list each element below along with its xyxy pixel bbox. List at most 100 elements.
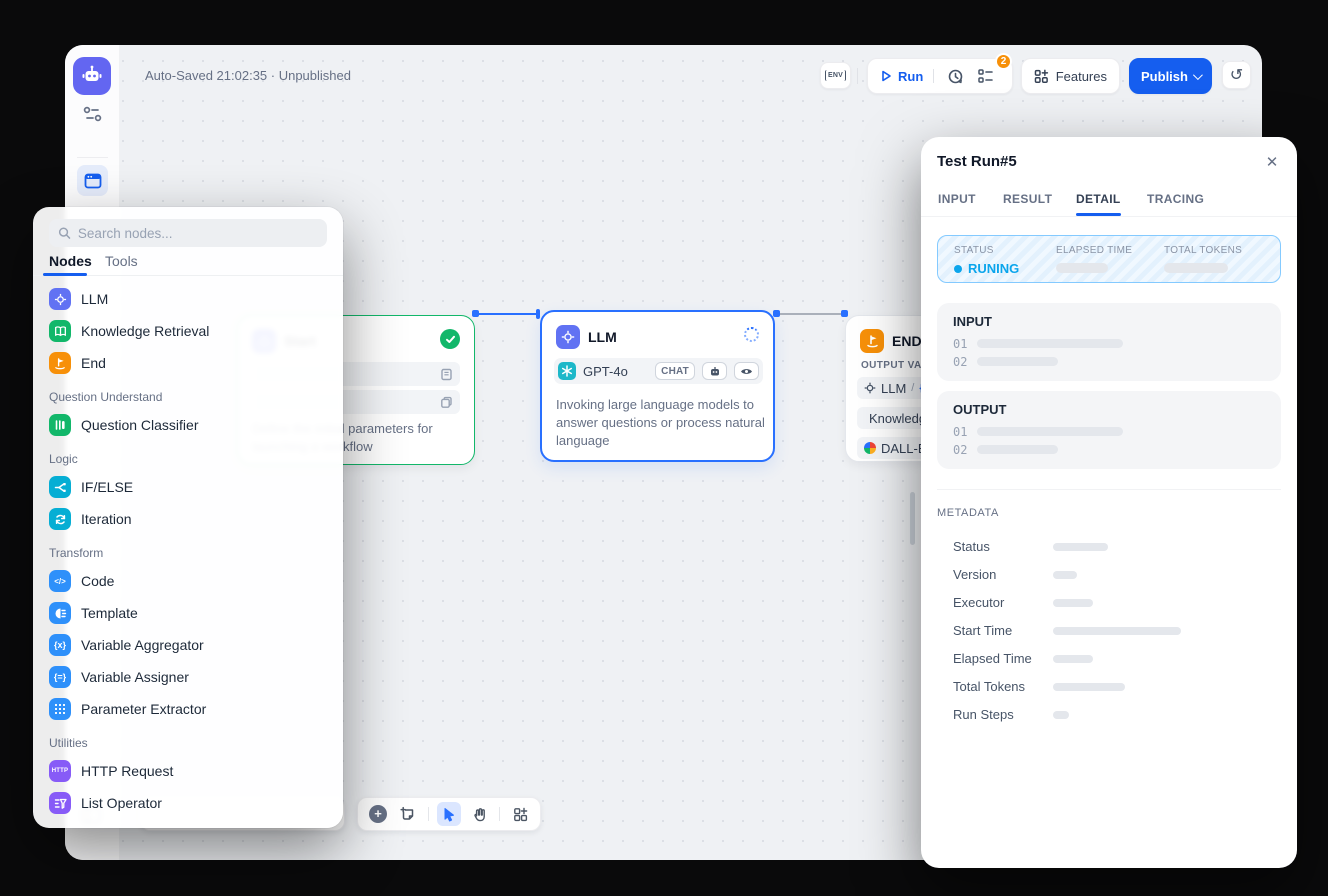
llm-icon bbox=[556, 325, 580, 349]
tab-nodes[interactable]: Nodes bbox=[49, 253, 92, 269]
document-icon bbox=[440, 368, 453, 381]
node-item-label: Knowledge Retrieval bbox=[81, 323, 209, 339]
features-label: Features bbox=[1056, 69, 1107, 84]
node-item-label: Parameter Extractor bbox=[81, 701, 206, 717]
autosave-status: Auto-Saved 21:02:35 · Unpublished bbox=[145, 68, 351, 83]
tokens-skeleton bbox=[1164, 263, 1228, 273]
edge-handle[interactable] bbox=[536, 309, 540, 319]
toolbar-separator bbox=[499, 807, 500, 821]
node-item-http-request[interactable]: HTTP HTTP Request bbox=[43, 757, 333, 785]
node-item-variable-aggregator[interactable]: {x} Variable Aggregator bbox=[43, 631, 333, 659]
tab-input[interactable]: INPUT bbox=[938, 192, 976, 206]
node-item-question-classifier[interactable]: Question Classifier bbox=[43, 411, 333, 439]
node-item-label: Variable Aggregator bbox=[81, 637, 204, 653]
variable-name: DALL-E bbox=[881, 441, 927, 456]
tab-detail[interactable]: DETAIL bbox=[1076, 192, 1121, 206]
canvas-scrollbar[interactable] bbox=[910, 492, 915, 545]
node-item-parameter-extractor[interactable]: Parameter Extractor bbox=[43, 695, 333, 723]
node-item-label: LLM bbox=[81, 291, 108, 307]
preferences-sliders-icon[interactable] bbox=[82, 105, 103, 123]
line-number: 02 bbox=[953, 355, 967, 369]
node-item-label: End bbox=[81, 355, 106, 371]
add-node-button[interactable]: + bbox=[366, 802, 390, 826]
node-item-end[interactable]: End bbox=[43, 349, 333, 377]
node-item-label: Code bbox=[81, 573, 114, 589]
add-note-button[interactable] bbox=[396, 802, 420, 826]
end-flag-icon bbox=[49, 352, 71, 374]
section-utilities: Utilities bbox=[49, 736, 88, 750]
tab-tools[interactable]: Tools bbox=[105, 253, 138, 269]
tab-tracing[interactable]: TRACING bbox=[1147, 192, 1204, 206]
node-item-llm[interactable]: LLM bbox=[43, 285, 333, 313]
node-item-variable-assigner[interactable]: {=} Variable Assigner bbox=[43, 663, 333, 691]
checklist-button[interactable] bbox=[974, 65, 996, 87]
note-plus-icon bbox=[400, 806, 416, 822]
line-number: 02 bbox=[953, 443, 967, 457]
run-history-button[interactable] bbox=[944, 65, 966, 87]
version-history-button[interactable]: ↺ bbox=[1222, 61, 1251, 89]
line-number: 01 bbox=[953, 425, 967, 439]
llm-model-selector[interactable]: GPT-4o CHAT bbox=[554, 358, 763, 384]
edge-handle[interactable] bbox=[773, 310, 780, 317]
sidebar-item-workflow[interactable] bbox=[77, 165, 108, 196]
loading-spinner-icon bbox=[744, 327, 759, 342]
node-item-label: IF/ELSE bbox=[81, 479, 133, 495]
run-toolbar-group: Run bbox=[867, 58, 1013, 94]
toolbar-separator bbox=[428, 807, 429, 821]
screen: Auto-Saved 21:02:35 · Unpublished ENV Ru… bbox=[0, 0, 1328, 896]
plus-icon: + bbox=[369, 805, 387, 823]
active-tab-underline bbox=[1076, 213, 1121, 216]
app-logo-robot-icon[interactable] bbox=[73, 57, 111, 95]
success-check-icon bbox=[440, 329, 460, 349]
total-tokens-label: TOTAL TOKENS bbox=[1164, 245, 1242, 256]
meta-skeleton bbox=[1053, 711, 1069, 719]
llm-node-description: Invoking large language models to answer… bbox=[556, 396, 768, 450]
meta-version-label: Version bbox=[953, 567, 996, 582]
meta-status-label: Status bbox=[953, 539, 990, 554]
layout-grid-icon bbox=[513, 807, 528, 822]
node-item-label: HTTP Request bbox=[81, 763, 173, 779]
edge-handle[interactable] bbox=[841, 310, 848, 317]
node-item-template[interactable]: Template bbox=[43, 599, 333, 627]
play-icon bbox=[880, 70, 892, 82]
openai-icon bbox=[558, 362, 576, 380]
checklist-icon bbox=[977, 68, 994, 84]
node-item-knowledge-retrieval[interactable]: Knowledge Retrieval bbox=[43, 317, 333, 345]
env-button[interactable]: ENV bbox=[820, 62, 851, 89]
publish-button[interactable]: Publish bbox=[1129, 58, 1212, 94]
list-operator-icon bbox=[49, 792, 71, 814]
sidebar-divider bbox=[77, 157, 108, 158]
edge-llm-end bbox=[777, 313, 843, 315]
hand-icon bbox=[472, 807, 487, 822]
node-item-list-operator[interactable]: List Operator bbox=[43, 789, 333, 817]
pointer-mode-button[interactable] bbox=[437, 802, 461, 826]
vision-badge bbox=[734, 362, 759, 380]
run-button[interactable]: Run bbox=[880, 69, 923, 84]
node-item-code[interactable]: </> Code bbox=[43, 567, 333, 595]
test-run-panel: Test Run#5 ✕ INPUT RESULT DETAIL TRACING… bbox=[921, 137, 1297, 868]
features-grid-icon bbox=[1034, 69, 1049, 84]
search-input[interactable] bbox=[78, 226, 318, 241]
meta-run-steps-label: Run Steps bbox=[953, 707, 1014, 722]
close-icon[interactable]: ✕ bbox=[1262, 152, 1282, 172]
canvas-toolbar: + bbox=[357, 797, 541, 831]
dalle-icon bbox=[864, 442, 876, 454]
tab-result[interactable]: RESULT bbox=[1003, 192, 1052, 206]
meta-skeleton bbox=[1053, 599, 1093, 607]
output-title: OUTPUT bbox=[953, 402, 1006, 417]
model-name: GPT-4o bbox=[583, 364, 648, 379]
features-button[interactable]: Features bbox=[1021, 58, 1120, 94]
meta-skeleton bbox=[1053, 627, 1181, 635]
template-icon bbox=[49, 602, 71, 624]
edge-handle[interactable] bbox=[472, 310, 479, 317]
organize-nodes-button[interactable] bbox=[508, 802, 532, 826]
running-text: RUNING bbox=[968, 261, 1019, 276]
node-item-label: Iteration bbox=[81, 511, 132, 527]
node-item-if-else[interactable]: IF/ELSE bbox=[43, 473, 333, 501]
hand-mode-button[interactable] bbox=[467, 802, 491, 826]
search-icon bbox=[58, 226, 71, 240]
end-node-header: END bbox=[860, 329, 922, 353]
llm-node[interactable]: LLM GPT-4o CHAT bbox=[540, 310, 775, 462]
eye-icon bbox=[740, 367, 753, 376]
node-item-iteration[interactable]: Iteration bbox=[43, 505, 333, 533]
